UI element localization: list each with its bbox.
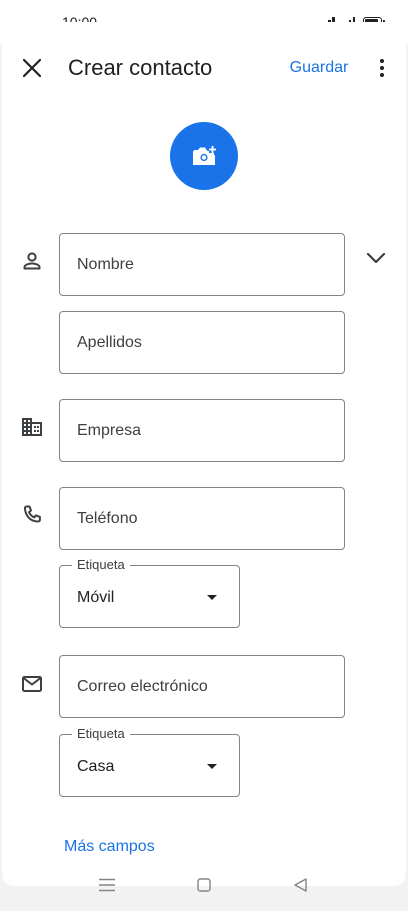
company-placeholder: Empresa [77, 422, 142, 439]
app-bar: Crear contacto Guardar [0, 0, 408, 110]
save-button[interactable]: Guardar [282, 52, 356, 84]
phone-label-value: Móvil [77, 589, 115, 606]
home-icon[interactable] [193, 876, 215, 894]
close-icon [22, 58, 42, 78]
dropdown-arrow-icon [207, 764, 217, 769]
email-field[interactable]: Correo electrónico [59, 655, 345, 718]
add-photo-icon [193, 146, 216, 165]
phone-field[interactable]: Teléfono [59, 487, 345, 550]
person-icon [23, 252, 41, 270]
more-vert-icon [380, 59, 384, 63]
phone-label-legend: Etiqueta [72, 557, 130, 573]
surname-field[interactable]: Apellidos [59, 311, 345, 374]
chevron-down-icon [366, 252, 386, 264]
phone-label-select[interactable]: Etiqueta Móvil [59, 557, 240, 628]
email-label-select[interactable]: Etiqueta Casa [59, 726, 240, 797]
more-options-button[interactable] [368, 52, 396, 84]
add-photo-button[interactable] [170, 122, 238, 190]
email-label-value: Casa [77, 758, 115, 775]
phone-placeholder: Teléfono [77, 510, 138, 527]
name-placeholder: Nombre [77, 256, 134, 273]
system-nav-bar [0, 870, 408, 902]
close-button[interactable] [16, 52, 48, 84]
menu-icon[interactable] [96, 876, 118, 894]
surname-placeholder: Apellidos [77, 334, 142, 351]
back-icon[interactable] [290, 876, 312, 894]
more-fields-button[interactable]: Más campos [64, 838, 155, 856]
email-placeholder: Correo electrónico [77, 678, 208, 695]
name-field[interactable]: Nombre [59, 233, 345, 296]
company-field[interactable]: Empresa [59, 399, 345, 462]
business-icon [22, 418, 42, 436]
dropdown-arrow-icon [207, 595, 217, 600]
mail-icon [22, 676, 42, 692]
page-title: Crear contacto [68, 55, 213, 80]
phone-icon [23, 505, 41, 523]
expand-name-button[interactable] [362, 246, 390, 270]
email-label-legend: Etiqueta [72, 726, 130, 742]
